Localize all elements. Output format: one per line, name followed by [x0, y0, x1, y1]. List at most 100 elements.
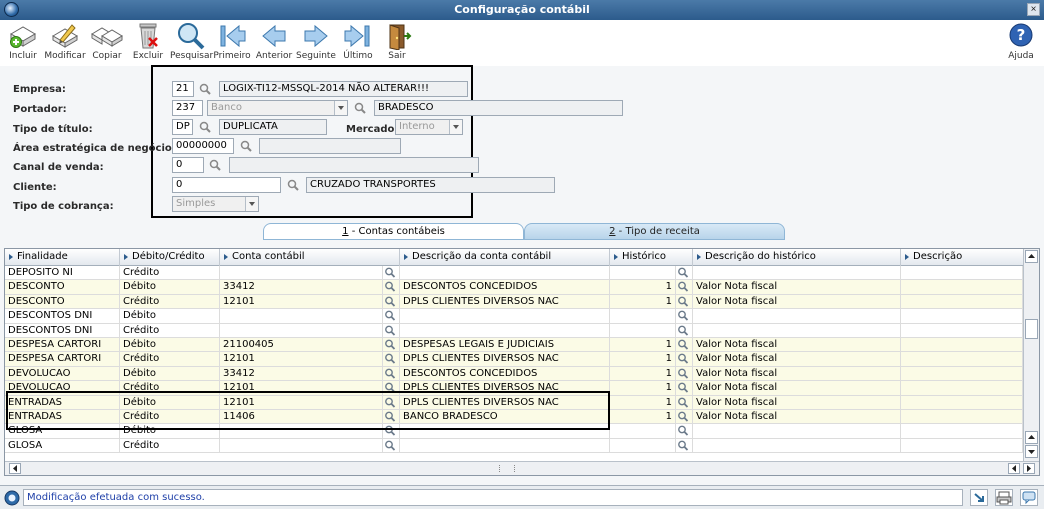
zoom-button[interactable] — [383, 266, 400, 281]
cell-dc[interactable]: Crédito — [120, 294, 220, 310]
cell-hist[interactable] — [610, 424, 676, 439]
column-header-finalidade[interactable]: Finalidade — [5, 249, 120, 266]
zoom-button[interactable] — [676, 410, 693, 425]
sb-tool-3[interactable] — [1020, 489, 1038, 506]
cell-dc[interactable]: Crédito — [120, 438, 220, 454]
zoom-button[interactable] — [383, 338, 400, 353]
scroll-left-button[interactable] — [9, 463, 21, 474]
cell-hist[interactable]: 1 — [610, 410, 676, 425]
cell-desc-conta[interactable]: DESCONTOS CONCEDIDOS — [400, 280, 610, 295]
cell-conta[interactable]: 21100405 — [220, 338, 383, 353]
ajuda-button[interactable]: ? Ajuda — [1000, 22, 1042, 66]
zoom-button[interactable] — [676, 352, 693, 367]
tab-tipo-receita[interactable]: 2 - Tipo de receita — [524, 223, 785, 240]
cell-desc-hist[interactable] — [693, 266, 901, 281]
cell-conta[interactable]: 33412 — [220, 366, 383, 382]
zoom-button[interactable] — [676, 424, 693, 439]
cell-hist[interactable]: 1 — [610, 352, 676, 367]
zoom-button[interactable] — [383, 438, 400, 454]
mercado-select[interactable]: Interno — [395, 119, 463, 135]
cell-conta[interactable] — [220, 323, 383, 338]
cell-finalidade[interactable]: DEVOLUCAO — [5, 366, 120, 382]
column-header-descricao-historico[interactable]: Descrição do histórico — [693, 249, 901, 266]
cell-finalidade[interactable]: DESPESA CARTORI — [5, 352, 120, 367]
cell-dc[interactable]: Crédito — [120, 323, 220, 338]
cell-desc-hist[interactable] — [693, 438, 901, 454]
close-window-button[interactable]: × — [1027, 3, 1040, 16]
table-row[interactable]: DESPESA CARTORI Débito 21100405 DESPESAS LE… — [5, 338, 1023, 353]
cell-desc-conta[interactable] — [400, 309, 610, 324]
cell-hist[interactable]: 1 — [610, 294, 676, 310]
table-row[interactable]: DESCONTO Débito 33412 DESCONTOS CONCEDIDOS 1… — [5, 280, 1023, 295]
empresa-code-field[interactable]: 21 — [172, 81, 194, 97]
cell-conta[interactable]: 12101 — [220, 294, 383, 310]
cell-hist[interactable] — [610, 266, 676, 281]
cell-desc[interactable] — [901, 352, 1023, 367]
cell-dc[interactable]: Débito — [120, 280, 220, 295]
cell-desc[interactable] — [901, 280, 1023, 295]
scroll-right-button[interactable] — [1023, 463, 1035, 474]
cell-conta[interactable] — [220, 309, 383, 324]
primeiro-button[interactable]: Primeiro — [211, 22, 253, 66]
seguinte-button[interactable]: Seguinte — [295, 22, 337, 66]
column-header-conta-contabil[interactable]: Conta contábil — [220, 249, 400, 266]
anterior-button[interactable]: Anterior — [253, 22, 295, 66]
cell-dc[interactable]: Débito — [120, 338, 220, 353]
table-row[interactable]: DESCONTOS DNI Crédito — [5, 323, 1023, 338]
cell-desc-hist[interactable]: Valor Nota fiscal — [693, 280, 901, 295]
cell-desc[interactable] — [901, 410, 1023, 425]
cell-finalidade[interactable]: DESPESA CARTORI — [5, 338, 120, 353]
cell-desc-hist[interactable] — [693, 309, 901, 324]
column-header-debito-credito[interactable]: Débito/Crédito — [120, 249, 220, 266]
cell-desc-hist[interactable]: Valor Nota fiscal — [693, 366, 901, 382]
zoom-button[interactable] — [383, 323, 400, 338]
portador-type-select[interactable]: Banco — [207, 100, 348, 116]
cell-desc-hist[interactable] — [693, 424, 901, 439]
cell-desc-conta[interactable] — [400, 323, 610, 338]
pesquisar-button[interactable]: Pesquisar — [170, 22, 213, 66]
modificar-button[interactable]: Modificar — [44, 22, 86, 66]
cell-desc[interactable] — [901, 395, 1023, 410]
cell-desc[interactable] — [901, 381, 1023, 396]
cell-desc-hist[interactable] — [693, 323, 901, 338]
column-header-descricao-conta[interactable]: Descrição da conta contábil — [400, 249, 610, 266]
table-row[interactable]: DESPESA CARTORI Crédito 12101 DPLS CLIENTES… — [5, 352, 1023, 367]
empresa-zoom-icon[interactable] — [198, 82, 212, 96]
portador-code-field[interactable]: 237 — [172, 100, 203, 116]
cell-hist[interactable]: 1 — [610, 338, 676, 353]
scroll-thumb[interactable] — [1025, 319, 1038, 339]
cell-hist[interactable] — [610, 323, 676, 338]
canal-code-field[interactable]: 0 — [172, 157, 204, 173]
cell-desc-hist[interactable]: Valor Nota fiscal — [693, 381, 901, 396]
scroll-right-left-button[interactable] — [1008, 463, 1020, 474]
zoom-button[interactable] — [676, 438, 693, 454]
cell-conta[interactable]: 12101 — [220, 352, 383, 367]
cell-desc-hist[interactable]: Valor Nota fiscal — [693, 294, 901, 310]
sb-tool-1[interactable] — [970, 489, 988, 506]
cell-hist[interactable]: 1 — [610, 366, 676, 382]
scroll-down-button[interactable] — [1025, 445, 1038, 458]
cell-desc[interactable] — [901, 294, 1023, 310]
zoom-button[interactable] — [383, 366, 400, 382]
cell-desc-conta[interactable]: DPLS CLIENTES DIVERSOS NAC — [400, 294, 610, 310]
cell-desc[interactable] — [901, 338, 1023, 353]
cell-desc-conta[interactable] — [400, 438, 610, 454]
sb-tool-2[interactable] — [995, 489, 1013, 506]
scroll-up-button[interactable] — [1025, 250, 1038, 263]
cell-hist[interactable] — [610, 438, 676, 454]
cell-desc[interactable] — [901, 266, 1023, 281]
zoom-button[interactable] — [383, 309, 400, 324]
table-row[interactable]: DESCONTOS DNI Débito — [5, 309, 1023, 324]
tipo-titulo-code-field[interactable]: DP — [172, 119, 193, 135]
scroll-page-up-button[interactable] — [1025, 431, 1038, 444]
tab-contas-contabeis[interactable]: 1 - Contas contábeis — [263, 223, 524, 240]
cell-desc-hist[interactable]: Valor Nota fiscal — [693, 338, 901, 353]
cobranca-select[interactable]: Simples — [172, 196, 259, 212]
zoom-button[interactable] — [383, 294, 400, 310]
cell-hist[interactable]: 1 — [610, 280, 676, 295]
cell-finalidade[interactable]: DESCONTOS DNI — [5, 309, 120, 324]
zoom-button[interactable] — [676, 338, 693, 353]
cell-desc-conta[interactable] — [400, 266, 610, 281]
zoom-button[interactable] — [676, 309, 693, 324]
table-row[interactable]: DEVOLUCAO Débito 33412 DESCONTOS CONCEDIDOS… — [5, 366, 1023, 382]
